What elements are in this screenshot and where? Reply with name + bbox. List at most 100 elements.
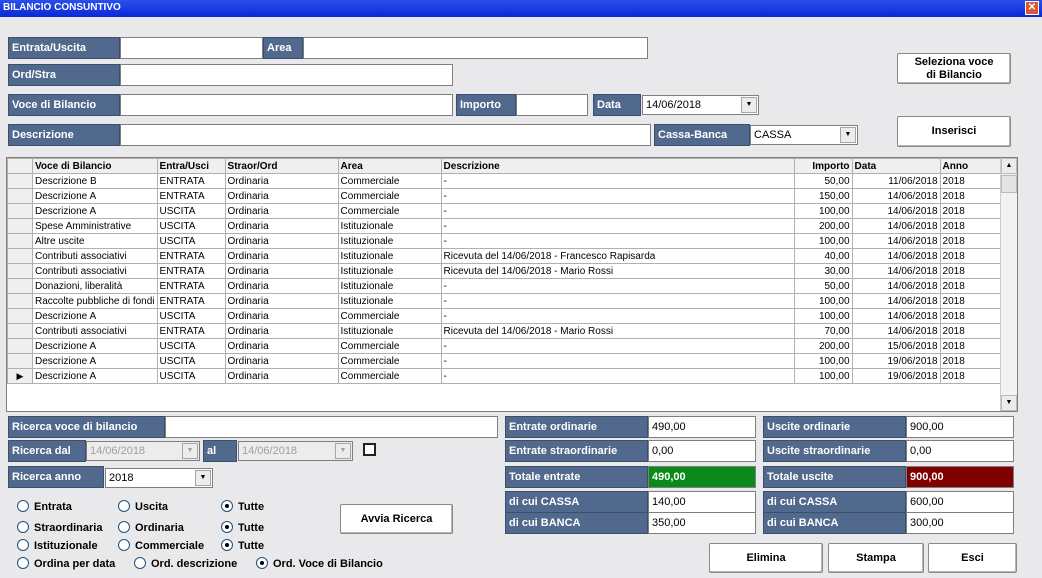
table-row[interactable]: Descrizione A ENTRATA Ordinaria Commerciale… <box>7 188 1013 204</box>
table-cell[interactable]: Descrizione A <box>32 368 158 384</box>
stampa-button[interactable]: Stampa <box>828 543 924 573</box>
close-icon[interactable]: ✕ <box>1025 1 1039 15</box>
row-indicator[interactable] <box>7 218 33 234</box>
table-cell[interactable]: 50,00 <box>793 278 853 294</box>
table-cell[interactable]: 15/06/2018 <box>851 338 941 354</box>
table-cell[interactable]: Descrizione B <box>32 173 158 189</box>
table-cell[interactable]: Istituzionale <box>337 218 442 234</box>
table-cell[interactable]: 100,00 <box>793 203 853 219</box>
radio-entrata[interactable]: Entrata <box>17 500 72 516</box>
table-cell[interactable]: Donazioni, liberalità <box>32 278 158 294</box>
table-cell[interactable]: 150,00 <box>793 188 853 204</box>
table-cell[interactable]: 200,00 <box>793 338 853 354</box>
table-cell[interactable]: 14/06/2018 <box>851 218 941 234</box>
table-cell[interactable]: Ricevuta del 14/06/2018 - Mario Rossi <box>440 323 795 339</box>
radio-istituzionale[interactable]: Istituzionale <box>17 539 98 555</box>
table-cell[interactable]: USCITA <box>156 203 226 219</box>
table-cell[interactable]: 100,00 <box>793 308 853 324</box>
cassa-banca-select[interactable]: CASSA ▼ <box>750 125 858 145</box>
table-cell[interactable]: Ordinaria <box>224 173 339 189</box>
column-header[interactable]: Voce di Bilancio <box>32 158 158 174</box>
descrizione-field[interactable] <box>120 124 651 146</box>
table-cell[interactable]: Commerciale <box>337 353 442 369</box>
table-cell[interactable]: 14/06/2018 <box>851 248 941 264</box>
table-cell[interactable]: 14/06/2018 <box>851 263 941 279</box>
seleziona-voce-button[interactable]: Seleziona voce di Bilancio <box>897 53 1011 84</box>
table-cell[interactable]: - <box>440 218 795 234</box>
table-cell[interactable]: Istituzionale <box>337 263 442 279</box>
table-cell[interactable]: Commerciale <box>337 188 442 204</box>
table-row[interactable]: Descrizione A USCITA Ordinaria Commerciale -… <box>7 338 1013 354</box>
table-cell[interactable]: Contributi associativi <box>32 263 158 279</box>
row-indicator[interactable] <box>7 338 33 354</box>
table-row[interactable]: Raccolte pubbliche di fondi ENTRATA Ordina… <box>7 293 1013 309</box>
table-cell[interactable]: USCITA <box>156 353 226 369</box>
row-indicator[interactable] <box>7 353 33 369</box>
table-cell[interactable]: Ordinaria <box>224 338 339 354</box>
elimina-button[interactable]: Elimina <box>709 543 823 573</box>
esci-button[interactable]: Esci <box>928 543 1017 573</box>
table-cell[interactable]: Altre uscite <box>32 233 158 249</box>
chevron-down-icon[interactable]: ▼ <box>182 443 198 459</box>
table-cell[interactable]: ENTRATA <box>156 188 226 204</box>
table-row[interactable]: Spese Amministrative USCITA Ordinaria Istit… <box>7 218 1013 234</box>
row-indicator[interactable] <box>7 278 33 294</box>
table-cell[interactable]: Descrizione A <box>32 308 158 324</box>
radio-commerciale[interactable]: Commerciale <box>118 539 204 555</box>
table-cell[interactable]: - <box>440 353 795 369</box>
area-field[interactable] <box>303 37 648 59</box>
table-row[interactable]: Contributi associativi ENTRATA Ordinaria Is… <box>7 263 1013 279</box>
table-cell[interactable]: ENTRATA <box>156 173 226 189</box>
table-cell[interactable]: USCITA <box>156 308 226 324</box>
table-cell[interactable]: Commerciale <box>337 173 442 189</box>
table-cell[interactable]: ENTRATA <box>156 263 226 279</box>
ricerca-al-picker[interactable]: 14/06/2018 ▼ <box>238 441 353 461</box>
chevron-down-icon[interactable]: ▼ <box>840 127 856 143</box>
table-cell[interactable]: 100,00 <box>793 293 853 309</box>
table-cell[interactable]: Ordinaria <box>224 203 339 219</box>
chevron-down-icon[interactable]: ▼ <box>195 470 211 486</box>
table-cell[interactable]: Descrizione A <box>32 203 158 219</box>
radio-uscita[interactable]: Uscita <box>118 500 168 516</box>
entrata-uscita-field[interactable] <box>120 37 263 59</box>
table-cell[interactable]: Ordinaria <box>224 353 339 369</box>
table-cell[interactable]: - <box>440 188 795 204</box>
column-header[interactable]: Descrizione <box>440 158 795 174</box>
table-cell[interactable]: 70,00 <box>793 323 853 339</box>
table-row[interactable]: Donazioni, liberalità ENTRATA Ordinaria Ist… <box>7 278 1013 294</box>
scroll-down-icon[interactable]: ▼ <box>1001 395 1017 411</box>
table-cell[interactable]: Ordinaria <box>224 293 339 309</box>
table-cell[interactable]: Contributi associativi <box>32 248 158 264</box>
table-row[interactable]: ▶ Descrizione A USCITA Ordinaria Commerciale… <box>7 368 1013 384</box>
table-cell[interactable]: Ordinaria <box>224 308 339 324</box>
vertical-scrollbar[interactable]: ▲ ▼ <box>1000 158 1017 411</box>
table-cell[interactable]: Istituzionale <box>337 248 442 264</box>
row-indicator[interactable] <box>7 203 33 219</box>
scroll-up-icon[interactable]: ▲ <box>1001 158 1017 174</box>
table-cell[interactable]: Descrizione A <box>32 338 158 354</box>
radio-ordina-data[interactable]: Ordina per data <box>17 557 115 573</box>
table-row[interactable]: Descrizione B ENTRATA Ordinaria Commerciale… <box>7 173 1013 189</box>
row-indicator[interactable] <box>7 233 33 249</box>
table-cell[interactable]: Raccolte pubbliche di fondi <box>32 293 158 309</box>
table-cell[interactable]: 19/06/2018 <box>851 353 941 369</box>
radio-straordinaria[interactable]: Straordinaria <box>17 521 102 537</box>
table-cell[interactable]: 30,00 <box>793 263 853 279</box>
chevron-down-icon[interactable]: ▼ <box>741 97 757 113</box>
table-cell[interactable]: Ricevuta del 14/06/2018 - Mario Rossi <box>440 263 795 279</box>
table-cell[interactable]: ENTRATA <box>156 293 226 309</box>
radio-ord-voce[interactable]: Ord. Voce di Bilancio <box>256 557 383 573</box>
ricerca-voce-field[interactable] <box>165 416 498 438</box>
table-row[interactable]: Contributi associativi ENTRATA Ordinaria Is… <box>7 248 1013 264</box>
table-cell[interactable]: - <box>440 368 795 384</box>
column-header[interactable]: Straor/Ord <box>224 158 339 174</box>
table-cell[interactable]: USCITA <box>156 233 226 249</box>
column-header[interactable]: Entra/Usci <box>156 158 226 174</box>
scroll-thumb[interactable] <box>1001 175 1017 193</box>
table-cell[interactable]: 14/06/2018 <box>851 293 941 309</box>
table-cell[interactable]: 100,00 <box>793 368 853 384</box>
table-cell[interactable]: 19/06/2018 <box>851 368 941 384</box>
table-cell[interactable]: 14/06/2018 <box>851 323 941 339</box>
table-cell[interactable]: Ordinaria <box>224 218 339 234</box>
data-picker[interactable]: 14/06/2018 ▼ <box>642 95 759 115</box>
